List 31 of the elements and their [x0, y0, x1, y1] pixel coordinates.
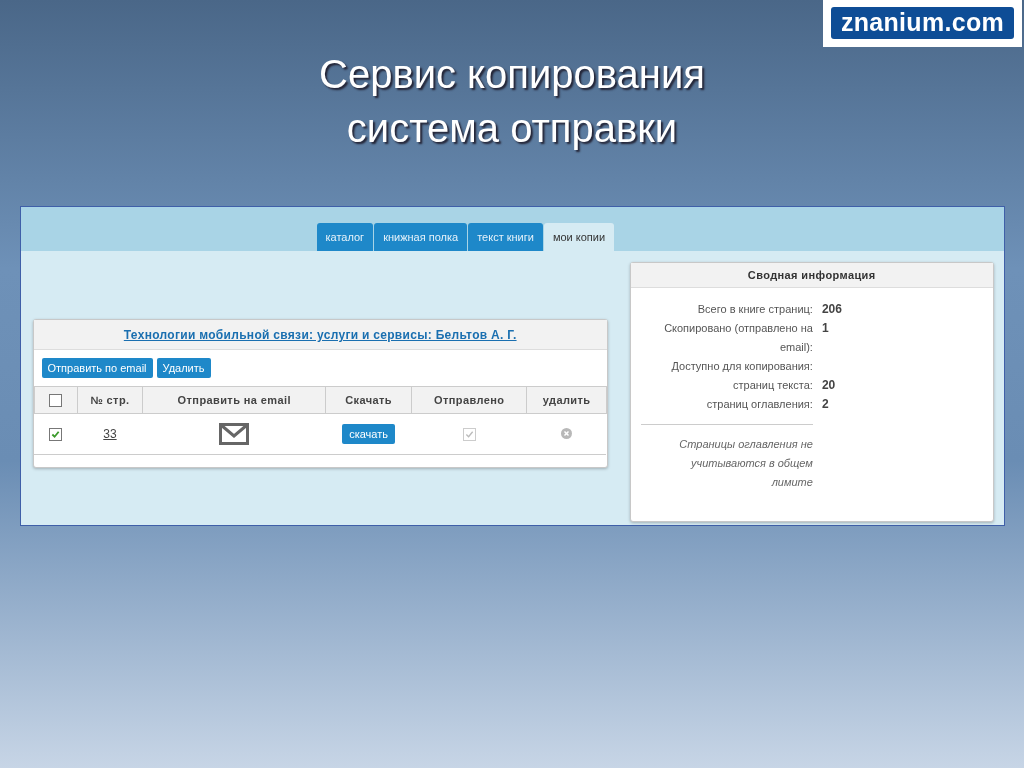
action-button[interactable]: Отправить по email [41, 358, 153, 378]
nav-tab[interactable]: книжная полка [374, 223, 468, 251]
checkmark-icon [51, 429, 60, 439]
summary-label: Скопировано (отправлено на email): [663, 321, 813, 355]
summary-value: 206 [821, 302, 842, 316]
summary-value: 2 [821, 397, 829, 411]
column-header: Отправлено [411, 386, 527, 414]
nav-tab[interactable]: текст книги [468, 223, 543, 251]
logo: znanium.com [830, 7, 1014, 39]
envelope-icon[interactable] [219, 423, 250, 445]
summary-value: 1 [821, 321, 829, 335]
summary-value: 20 [821, 378, 836, 392]
summary-label: Всего в книге страниц: [696, 302, 813, 317]
summary-label: страниц текста: [732, 378, 813, 393]
column-header: Скачать [325, 386, 412, 414]
select-all-checkbox[interactable] [49, 393, 62, 407]
summary-title: Сводная информация [747, 269, 876, 281]
row-checkbox[interactable] [49, 427, 62, 441]
nav-tab[interactable]: каталог [316, 223, 374, 251]
summary-note: Страницы оглавления не учитываются в общем лимите [678, 437, 813, 490]
action-button[interactable]: Удалить [156, 358, 211, 378]
summary-label: страниц оглавления: [705, 397, 813, 412]
summary-label: Доступно для копирования: [670, 359, 813, 374]
column-header: удалить [526, 386, 607, 414]
download-button[interactable]: скачать [342, 424, 395, 444]
slide-title: система отправки [346, 105, 678, 152]
slide-title: Сервис копирования [319, 51, 705, 98]
column-header: № стр. [77, 386, 143, 414]
nav-tab[interactable]: мои копии [543, 223, 615, 251]
page-number-link[interactable]: 33 [103, 427, 117, 441]
column-header: Отправить на email [142, 386, 326, 414]
